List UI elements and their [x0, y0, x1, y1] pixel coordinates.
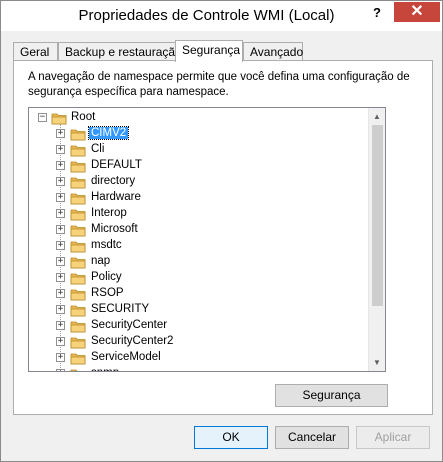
- tree-scrollbar[interactable]: ▲ ▼: [368, 108, 385, 371]
- cancel-button[interactable]: Cancelar: [275, 426, 349, 449]
- namespace-description: A navegação de namespace permite que voc…: [28, 71, 410, 98]
- expand-icon[interactable]: +: [56, 241, 65, 250]
- tree-node-label: SecurityCenter: [91, 319, 168, 331]
- tree-node-label: DEFAULT: [91, 159, 142, 171]
- tree-node-label: nap: [91, 255, 111, 267]
- tree-node-label: Cli: [91, 143, 105, 155]
- title-bar: Propriedades de Controle WMI (Local) ? ✕: [1, 1, 442, 31]
- expand-icon[interactable]: +: [56, 257, 65, 266]
- expand-icon[interactable]: +: [56, 273, 65, 282]
- tab-geral[interactable]: Geral: [13, 42, 58, 61]
- expand-icon[interactable]: +: [56, 177, 65, 186]
- expand-icon[interactable]: +: [56, 289, 65, 298]
- tree-node-label: directory: [91, 175, 136, 187]
- scroll-down-icon[interactable]: ▼: [369, 354, 385, 371]
- tree-node-label: CIMV2: [87, 126, 130, 140]
- tree-node-label: msdtc: [91, 239, 122, 251]
- expand-icon[interactable]: +: [56, 321, 65, 330]
- folder-icon: [51, 111, 67, 125]
- tree-node-label: snmp: [91, 367, 119, 371]
- tree-node-label: Microsoft: [91, 223, 138, 235]
- folder-icon: [70, 159, 86, 173]
- tree-node-label: ServiceModel: [91, 351, 161, 363]
- expand-icon[interactable]: +: [56, 369, 65, 371]
- folder-icon: [70, 239, 86, 253]
- expand-icon[interactable]: +: [56, 225, 65, 234]
- apply-button: Aplicar: [356, 426, 430, 449]
- folder-icon: [70, 367, 86, 371]
- expand-icon[interactable]: +: [56, 129, 65, 138]
- folder-icon: [70, 335, 86, 349]
- folder-icon: [70, 303, 86, 317]
- help-button[interactable]: ?: [365, 3, 389, 25]
- folder-icon: [70, 191, 86, 205]
- folder-icon: [70, 207, 86, 221]
- folder-icon: [70, 287, 86, 301]
- ok-button[interactable]: OK: [194, 426, 268, 449]
- properties-dialog: Propriedades de Controle WMI (Local) ? ✕…: [0, 0, 443, 462]
- security-button-label: Segurança: [302, 388, 361, 402]
- expand-icon[interactable]: +: [56, 193, 65, 202]
- namespace-tree[interactable]: − Root + CIMV2 + Cli + DEFAULT + directory + Hardwa…: [28, 107, 386, 372]
- tab-seguranca[interactable]: Segurança: [175, 40, 243, 62]
- folder-icon: [70, 255, 86, 269]
- folder-icon: [70, 271, 86, 285]
- close-button[interactable]: ✕: [394, 2, 440, 22]
- folder-icon: [70, 319, 86, 333]
- tree-node-label: SECURITY: [91, 303, 150, 315]
- expand-icon[interactable]: +: [56, 209, 65, 218]
- tree-node-label: SecurityCenter2: [91, 335, 174, 347]
- folder-icon: [70, 223, 86, 237]
- tree-node-label: Interop: [91, 207, 127, 219]
- folder-icon: [70, 143, 86, 157]
- window-title: Propriedades de Controle WMI (Local): [78, 7, 335, 24]
- tab-backup-restauracao[interactable]: Backup e restauração: [58, 42, 182, 61]
- tree-node-label: Root: [71, 111, 96, 123]
- folder-icon: [70, 175, 86, 189]
- expand-icon[interactable]: +: [56, 353, 65, 362]
- tree-node-label: Hardware: [91, 191, 141, 203]
- security-button[interactable]: Segurança: [275, 384, 388, 407]
- scroll-up-icon[interactable]: ▲: [369, 108, 385, 125]
- expand-icon[interactable]: +: [56, 161, 65, 170]
- folder-icon: [70, 127, 86, 141]
- security-tab-panel: A navegação de namespace permite que voc…: [13, 60, 433, 415]
- scrollbar-thumb[interactable]: [372, 125, 383, 306]
- expand-icon[interactable]: +: [56, 337, 65, 346]
- folder-icon: [70, 351, 86, 365]
- expand-icon[interactable]: +: [56, 305, 65, 314]
- tree-node-label: Policy: [91, 271, 122, 283]
- collapse-icon[interactable]: −: [38, 113, 47, 122]
- expand-icon[interactable]: +: [56, 145, 65, 154]
- tab-avancado[interactable]: Avançado: [243, 42, 303, 61]
- tree-node-label: RSOP: [91, 287, 124, 299]
